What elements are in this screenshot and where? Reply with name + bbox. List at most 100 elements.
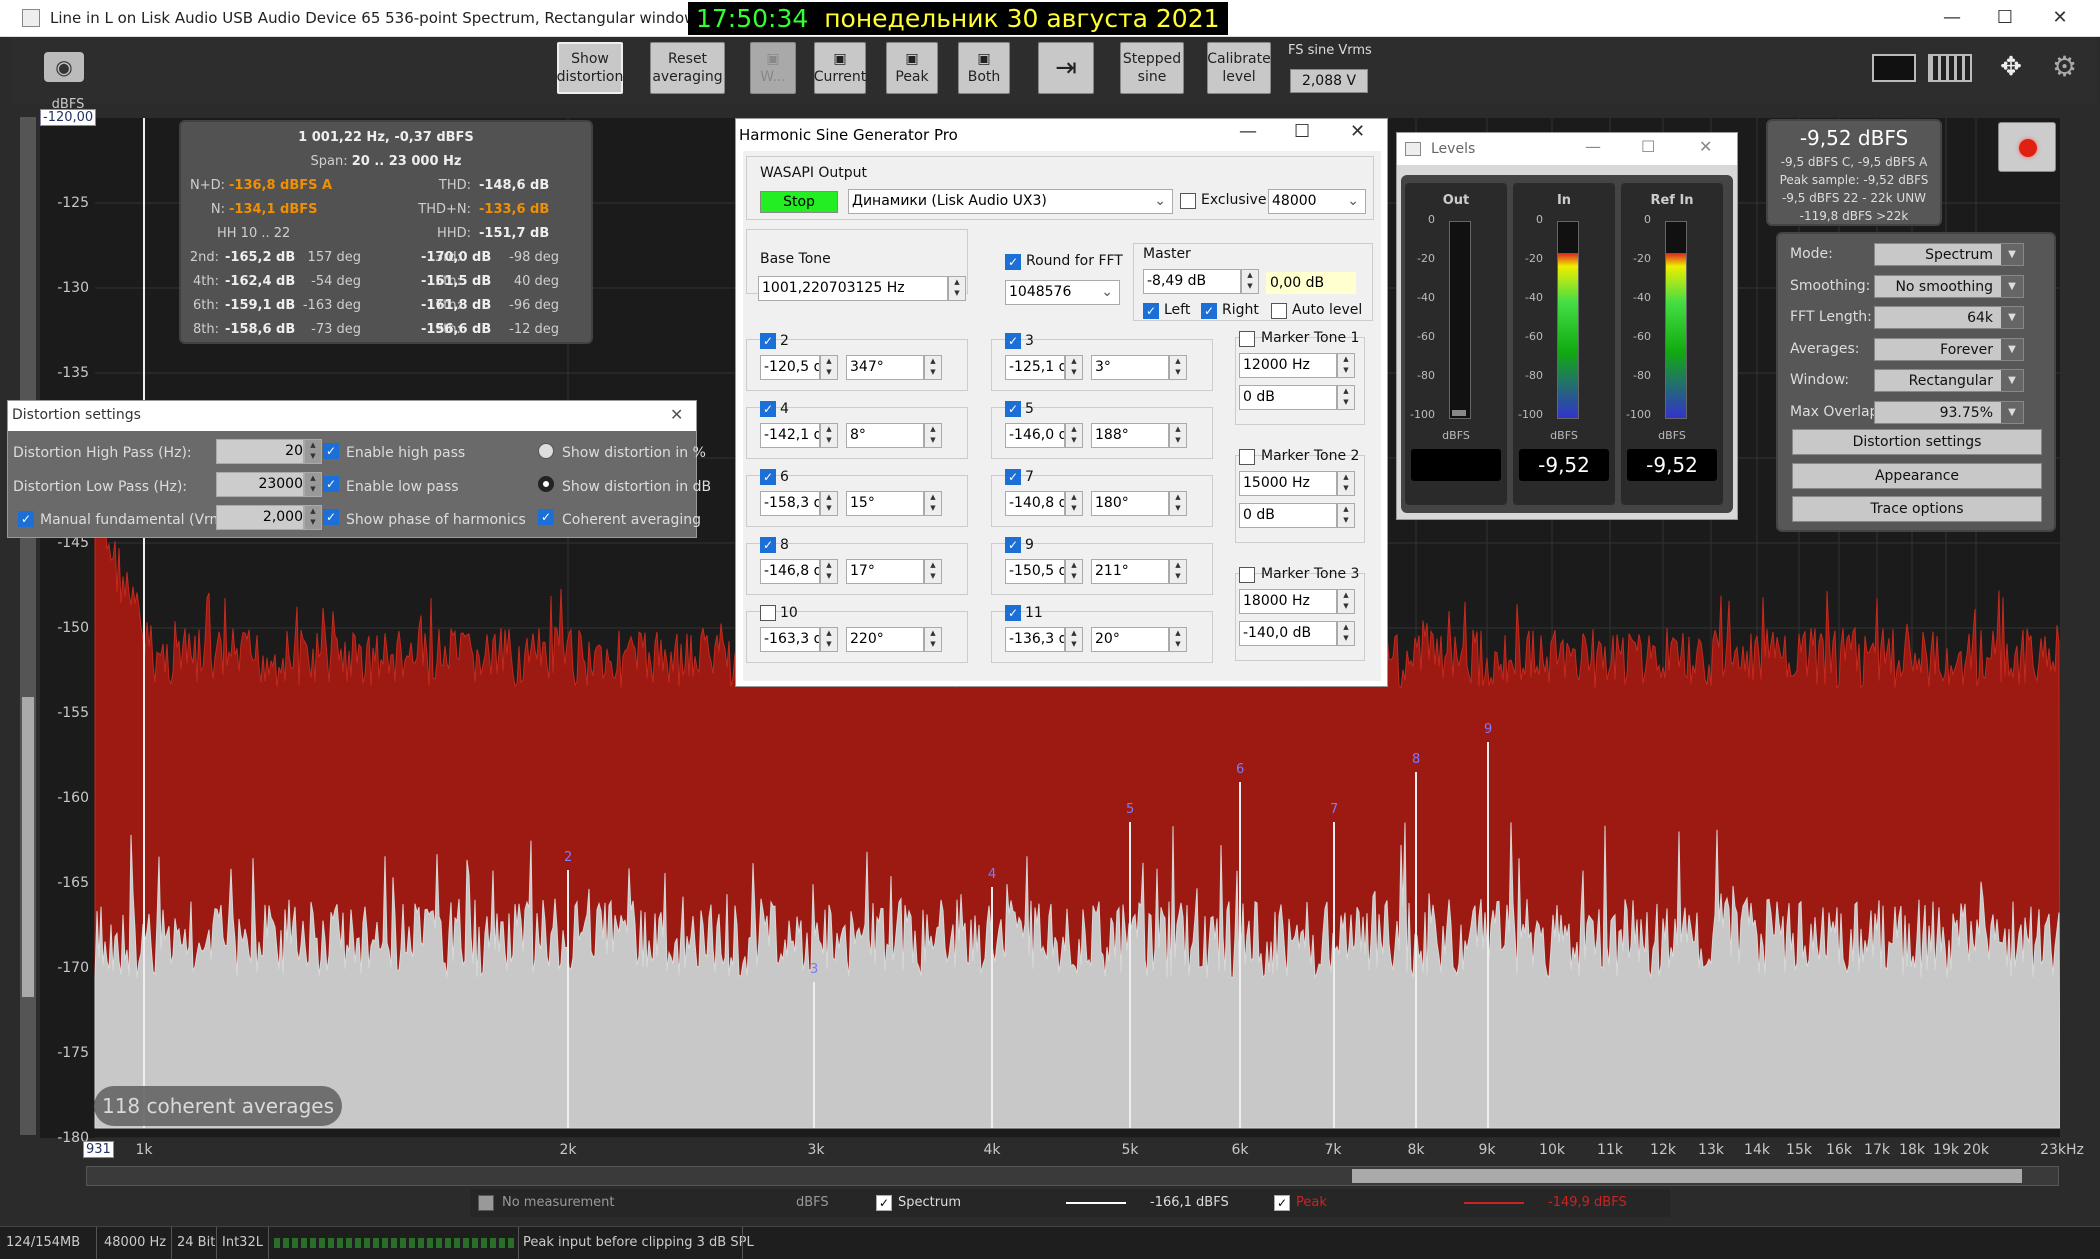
x-scrollbar-thumb[interactable] [1352, 1169, 2022, 1183]
layout-icon-1[interactable] [1872, 54, 1916, 82]
harmonic-enable-checkbox[interactable]: ✓ [760, 333, 776, 349]
y-scrollbar[interactable] [20, 117, 36, 1135]
y-scrollbar-thumb[interactable] [22, 697, 34, 997]
no-measurement-checkbox[interactable] [478, 1195, 494, 1211]
right-checkbox[interactable]: ✓ [1201, 303, 1217, 319]
master-spinner[interactable]: ▲ ▼ [1241, 269, 1259, 294]
harmonic-phase-spinner[interactable]: ▲ ▼ [1169, 627, 1187, 652]
harmonic-phase-spinner[interactable]: ▲ ▼ [924, 627, 942, 652]
marker-enable-checkbox[interactable] [1239, 567, 1255, 583]
import-button[interactable]: ⇥ [1038, 42, 1094, 94]
rate-select[interactable]: 48000 ⌄ [1268, 189, 1366, 214]
trace-options-button[interactable]: Trace options [1792, 496, 2042, 522]
show-distortion-button[interactable]: Show distortion [557, 42, 623, 94]
layout-icon-2[interactable] [1928, 54, 1972, 82]
setting-smoothing-select[interactable]: No smoothing ▼ [1874, 274, 2024, 298]
marker-level-input[interactable]: -140,0 dB [1239, 621, 1337, 646]
show-db-radio[interactable] [538, 476, 554, 492]
lp-spinner[interactable]: ▲ ▼ [304, 472, 322, 497]
close-icon[interactable]: ✕ [670, 405, 683, 424]
maximize-icon[interactable]: ☐ [1641, 137, 1655, 156]
harmonic-enable-checkbox[interactable]: ✓ [1005, 333, 1021, 349]
harmonic-level-spinner[interactable]: ▲ ▼ [1065, 627, 1083, 652]
harmonic-level-spinner[interactable]: ▲ ▼ [1065, 355, 1083, 380]
stepped-sine-button[interactable]: Stepped sine [1120, 42, 1184, 94]
harmonic-level-spinner[interactable]: ▲ ▼ [820, 491, 838, 516]
mf-spinner[interactable]: ▲ ▼ [304, 505, 322, 530]
harmonic-phase-input[interactable]: 180° [1091, 491, 1169, 516]
harmonic-phase-input[interactable]: 211° [1091, 559, 1169, 584]
maximize-icon[interactable]: ☐ [1294, 121, 1310, 142]
harmonic-level-input[interactable]: -163,3 dB [760, 627, 820, 652]
maximize-icon[interactable]: ☐ [1985, 6, 2025, 30]
peak-checkbox[interactable]: ✓ [1274, 1195, 1290, 1211]
setting-avg-select[interactable]: Forever ▼ [1874, 337, 2024, 361]
harmonic-enable-checkbox[interactable]: ✓ [1005, 605, 1021, 621]
minimize-icon[interactable]: — [1585, 137, 1601, 156]
marker-level-spinner[interactable]: ▲ ▼ [1337, 385, 1355, 410]
harmonic-phase-spinner[interactable]: ▲ ▼ [924, 491, 942, 516]
calibrate-level-button[interactable]: Calibrate level [1207, 42, 1271, 94]
harmonic-phase-input[interactable]: 17° [846, 559, 924, 584]
mf-input[interactable]: 2,000 [216, 505, 304, 530]
y-top-value[interactable]: -120,00 [40, 109, 97, 126]
close-icon[interactable]: ✕ [1350, 121, 1365, 142]
round-fft-checkbox[interactable]: ✓ [1005, 254, 1021, 270]
x-start-value[interactable]: 931 [83, 1141, 114, 1158]
harmonic-phase-spinner[interactable]: ▲ ▼ [924, 355, 942, 380]
harmonic-level-input[interactable]: -136,3 dB [1005, 627, 1065, 652]
harmonic-phase-input[interactable]: 220° [846, 627, 924, 652]
record-button[interactable] [1998, 122, 2056, 172]
stop-button[interactable]: Stop [760, 191, 838, 213]
reset-averaging-button[interactable]: Reset averaging [650, 42, 725, 94]
fs-sine-value[interactable]: 2,088 V [1290, 69, 1368, 93]
master-input[interactable]: -8,49 dB [1143, 269, 1241, 294]
harmonic-level-spinner[interactable]: ▲ ▼ [1065, 423, 1083, 448]
setting-fft-select[interactable]: 64k ▼ [1874, 306, 2024, 329]
harmonic-level-spinner[interactable]: ▲ ▼ [1065, 559, 1083, 584]
harmonic-phase-input[interactable]: 3° [1091, 355, 1169, 380]
harmonic-level-input[interactable]: -140,8 dB [1005, 491, 1065, 516]
harmonic-phase-spinner[interactable]: ▲ ▼ [1169, 559, 1187, 584]
harmonic-enable-checkbox[interactable]: ✓ [760, 401, 776, 417]
device-select[interactable]: Динамики (Lisk Audio UX3) ⌄ [848, 189, 1173, 214]
save-both-button[interactable]: ▣ Both [958, 42, 1010, 94]
marker-level-input[interactable]: 0 dB [1239, 503, 1337, 528]
harmonic-enable-checkbox[interactable]: ✓ [760, 537, 776, 553]
harmonic-phase-input[interactable]: 20° [1091, 627, 1169, 652]
marker-frequency-input[interactable]: 15000 Hz [1239, 471, 1337, 496]
hp-spinner[interactable]: ▲ ▼ [304, 439, 322, 464]
marker-frequency-input[interactable]: 12000 Hz [1239, 353, 1337, 378]
enable-high-pass-checkbox[interactable]: ✓ [323, 443, 339, 459]
harmonic-level-spinner[interactable]: ▲ ▼ [1065, 491, 1083, 516]
minimize-icon[interactable]: — [1932, 6, 1972, 30]
harmonic-level-input[interactable]: -120,5 dB [760, 355, 820, 380]
hp-input[interactable]: 20 [216, 439, 304, 464]
camera-icon[interactable]: ◉ [44, 52, 84, 82]
manual-fundamental-checkbox[interactable]: ✓ [18, 511, 34, 527]
show-pct-radio[interactable] [538, 443, 554, 459]
save-peak-button[interactable]: ▣ Peak [886, 42, 938, 94]
auto-level-checkbox[interactable] [1271, 303, 1287, 319]
exclusive-checkbox[interactable] [1180, 193, 1196, 209]
distortion-settings-button[interactable]: Distortion settings [1792, 429, 2042, 455]
marker-frequency-spinner[interactable]: ▲ ▼ [1337, 589, 1355, 614]
marker-frequency-spinner[interactable]: ▲ ▼ [1337, 353, 1355, 378]
harmonic-level-input[interactable]: -146,8 dB [760, 559, 820, 584]
harmonic-enable-checkbox[interactable] [760, 605, 776, 621]
harmonic-phase-input[interactable]: 8° [846, 423, 924, 448]
base-tone-spinner[interactable]: ▲ ▼ [948, 276, 966, 301]
appearance-button[interactable]: Appearance [1792, 463, 2042, 489]
close-icon[interactable]: ✕ [2040, 6, 2080, 30]
harmonic-level-input[interactable]: -150,5 dB [1005, 559, 1065, 584]
harmonic-enable-checkbox[interactable]: ✓ [1005, 469, 1021, 485]
round-fft-select[interactable]: 1048576 ⌄ [1005, 280, 1120, 305]
harmonic-level-spinner[interactable]: ▲ ▼ [820, 355, 838, 380]
gear-icon[interactable]: ⚙ [2052, 50, 2077, 83]
harmonic-phase-spinner[interactable]: ▲ ▼ [1169, 491, 1187, 516]
harmonic-phase-spinner[interactable]: ▲ ▼ [924, 423, 942, 448]
save-current-button[interactable]: ▣ Current [814, 42, 866, 94]
harmonic-level-spinner[interactable]: ▲ ▼ [820, 559, 838, 584]
marker-enable-checkbox[interactable] [1239, 331, 1255, 347]
setting-mode-select[interactable]: Spectrum ▼ [1874, 243, 2024, 266]
